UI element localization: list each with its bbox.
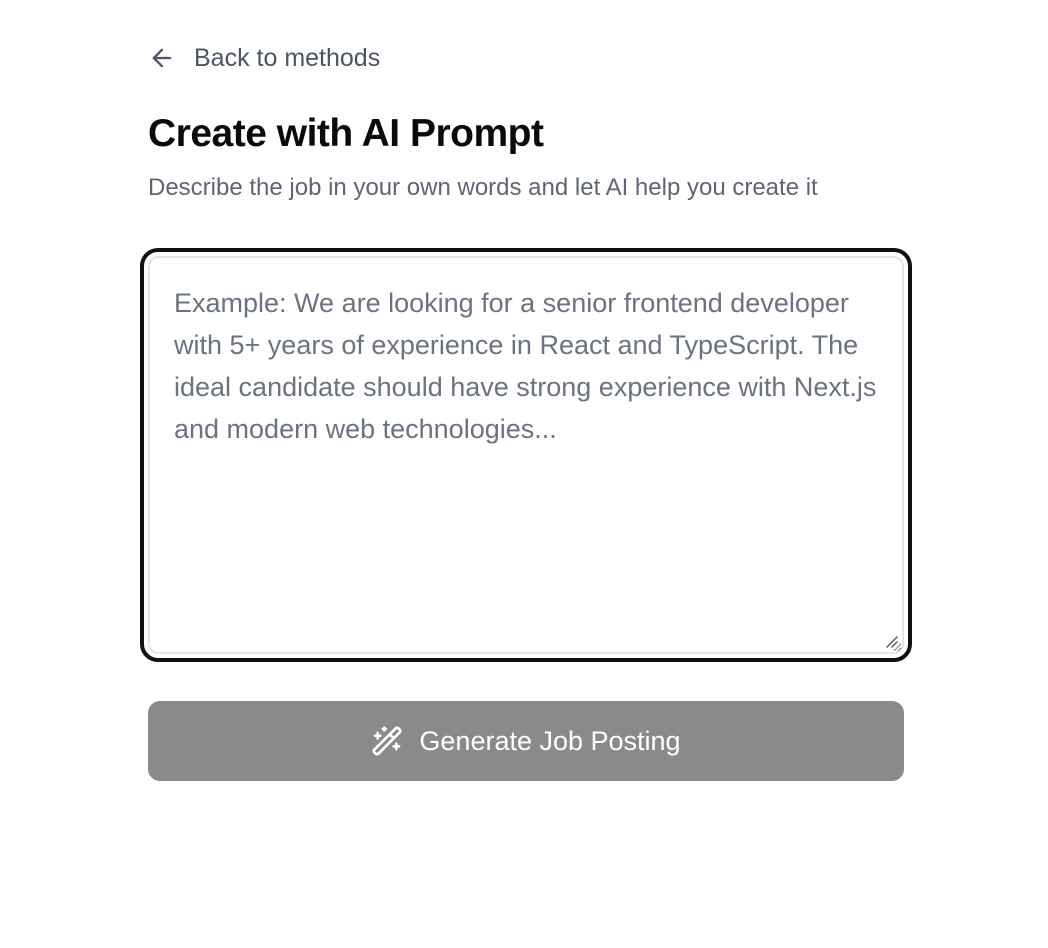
generate-job-posting-button[interactable]: Generate Job Posting <box>148 701 904 781</box>
generate-button-label: Generate Job Posting <box>419 725 681 756</box>
back-link-label: Back to methods <box>194 43 381 72</box>
back-to-methods-link[interactable]: Back to methods <box>148 40 380 76</box>
page-title: Create with AI Prompt <box>148 112 544 155</box>
arrow-left-icon <box>148 44 176 72</box>
job-description-textarea[interactable] <box>148 256 904 654</box>
magic-wand-icon <box>371 725 403 757</box>
page-subtitle: Describe the job in your own words and l… <box>148 174 818 201</box>
prompt-field-wrapper <box>140 248 912 662</box>
